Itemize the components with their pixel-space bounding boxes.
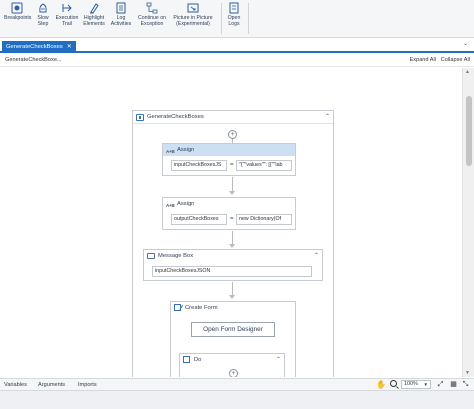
sequence-icon — [136, 114, 144, 121]
imports-tab[interactable]: Imports — [78, 382, 97, 388]
designer-bottom-bar: Variables Arguments Imports ✋ 100% ▼ ⤢ ▦… — [0, 378, 474, 390]
assign-icon: A+B — [166, 203, 175, 208]
scroll-down-icon[interactable]: ▼ — [465, 370, 470, 376]
breadcrumb-bar: GenerateCheckBoxe... Expand All Collapse… — [0, 54, 474, 67]
zoom-value: 100% — [404, 381, 418, 387]
slow-step-label-2: Step — [37, 21, 49, 27]
breakpoint-icon — [11, 2, 23, 14]
collapse-do-icon[interactable]: ⌃ — [276, 354, 281, 366]
assign-header-2: A+B Assign — [163, 198, 295, 210]
status-area — [0, 390, 474, 409]
overview-icon[interactable]: ▦ — [449, 380, 458, 389]
assign-to-field-2[interactable]: outputCheckBoxes — [171, 214, 227, 225]
continue-icon — [146, 2, 158, 14]
connector-arrow — [229, 295, 235, 299]
message-box-title: Message Box — [158, 253, 194, 259]
message-box-activity[interactable]: Message Box ⌃ inputCheckBoxesJSON — [143, 249, 323, 281]
vertical-scrollbar[interactable]: ▲ ▼ — [462, 68, 474, 377]
zoom-icon[interactable] — [390, 380, 397, 387]
connector-line — [232, 177, 233, 192]
sequence-title: GenerateCheckBoxes — [147, 114, 204, 120]
open-form-designer-button[interactable]: Open Form Designer — [191, 322, 275, 337]
sequence-container[interactable]: GenerateCheckBoxes ⌃ + A+B Assign inputC… — [132, 110, 334, 377]
pip-icon — [187, 3, 199, 13]
zoom-select[interactable]: 100% ▼ — [401, 380, 431, 389]
breadcrumb[interactable]: GenerateCheckBoxe... — [5, 57, 62, 63]
workflow-designer-window: Breakpoints Slow Step Execution Trail Hi… — [0, 0, 474, 409]
edit-form-icon — [174, 304, 181, 311]
collapse-sequence-icon[interactable]: ⌃ — [325, 111, 330, 124]
connector-line — [232, 231, 233, 245]
close-tab-icon[interactable]: ✕ — [67, 44, 72, 50]
assign-value-field-2[interactable]: new Dictionary(Of — [236, 214, 292, 225]
assign-activity-2[interactable]: A+B Assign outputCheckBoxes = new Dictio… — [162, 197, 296, 230]
pip-label-2: (Experimental) — [176, 21, 210, 27]
do-block[interactable]: Do ⌃ + — [179, 353, 285, 377]
message-box-text-field[interactable]: inputCheckBoxesJSON — [152, 266, 312, 277]
debug-ribbon: Breakpoints Slow Step Execution Trail Hi… — [0, 0, 474, 38]
scrollbar-thumb[interactable] — [466, 96, 472, 166]
chevron-down-icon[interactable]: ⌄ — [463, 40, 468, 47]
document-tab[interactable]: GenerateCheckBoxes ✕ — [2, 41, 76, 53]
open-logs-icon — [229, 2, 239, 14]
collapse-all-link[interactable]: Collapse All — [441, 57, 470, 63]
assign-header-1: A+B Assign — [163, 144, 295, 156]
message-box-header: Message Box ⌃ — [144, 250, 322, 262]
assign-icon: A+B — [166, 149, 175, 154]
slow-step-icon — [39, 3, 47, 13]
highlight-elements-button[interactable]: Highlight Elements — [82, 2, 106, 36]
add-activity-icon[interactable]: + — [229, 369, 238, 377]
expand-icon[interactable]: ⤡ — [461, 380, 470, 389]
breakpoints-button[interactable]: Breakpoints — [4, 2, 32, 36]
assign-to-field-1[interactable]: inputCheckBoxesJS — [171, 160, 227, 171]
connector-arrow — [229, 244, 235, 248]
continue-on-exception-button[interactable]: Continue on Exception — [136, 2, 168, 36]
designer-canvas[interactable]: GenerateCheckBoxes ⌃ + A+B Assign inputC… — [0, 68, 462, 377]
execution-trail-icon — [62, 4, 72, 12]
sequence-icon — [183, 356, 190, 363]
create-form-activity[interactable]: Create Form Open Form Designer Do ⌃ + — [170, 301, 296, 377]
assign-value-field-1[interactable]: "{""values"": [{""lab — [236, 160, 292, 171]
assign-title-1: Assign — [177, 147, 195, 153]
arguments-tab[interactable]: Arguments — [38, 382, 65, 388]
sequence-header: GenerateCheckBoxes ⌃ — [133, 111, 333, 124]
highlight-label-2: Elements — [83, 21, 105, 27]
picture-in-picture-button[interactable]: Picture in Picture (Experimental) — [171, 2, 215, 36]
equals-sign: = — [230, 162, 234, 168]
connector-line — [232, 282, 233, 296]
slow-step-button[interactable]: Slow Step — [33, 2, 53, 36]
pan-hand-icon[interactable]: ✋ — [376, 380, 386, 389]
scroll-up-icon[interactable]: ▲ — [465, 69, 470, 75]
ribbon-separator — [221, 3, 222, 34]
create-form-header: Create Form — [171, 302, 295, 314]
assign-title-2: Assign — [177, 201, 195, 207]
create-form-title: Create Form — [185, 305, 218, 311]
execution-trail-button[interactable]: Execution Trail — [55, 2, 79, 36]
highlight-icon — [90, 3, 99, 14]
document-tab-title: GenerateCheckBoxes — [6, 44, 63, 50]
open-logs-label-2: Logs — [228, 21, 240, 27]
equals-sign: = — [230, 216, 234, 222]
do-title: Do — [194, 357, 202, 363]
assign-activity-1[interactable]: A+B Assign inputCheckBoxesJS = "{""value… — [162, 143, 296, 176]
collapse-message-box-icon[interactable]: ⌃ — [314, 250, 319, 262]
message-box-icon — [147, 253, 155, 259]
breakpoints-label: Breakpoints — [4, 15, 32, 21]
continue-label-2: Exception — [140, 21, 164, 27]
connector-arrow — [229, 191, 235, 195]
add-activity-icon[interactable]: + — [228, 130, 237, 139]
log-activities-button[interactable]: Log Activities — [109, 2, 133, 36]
document-tabstrip: GenerateCheckBoxes ✕ ⌄ — [0, 38, 474, 53]
fit-to-screen-icon[interactable]: ⤢ — [436, 380, 445, 389]
log-label-2: Activities — [110, 21, 132, 27]
open-logs-button[interactable]: Open Logs — [225, 2, 243, 36]
execution-trail-label-2: Trail — [62, 21, 72, 27]
chevron-down-icon: ▼ — [423, 382, 428, 387]
log-icon — [116, 2, 126, 14]
expand-all-link[interactable]: Expand All — [410, 57, 436, 63]
do-header: Do ⌃ — [180, 354, 284, 366]
variables-tab[interactable]: Variables — [4, 382, 27, 388]
ribbon-separator — [248, 3, 249, 34]
